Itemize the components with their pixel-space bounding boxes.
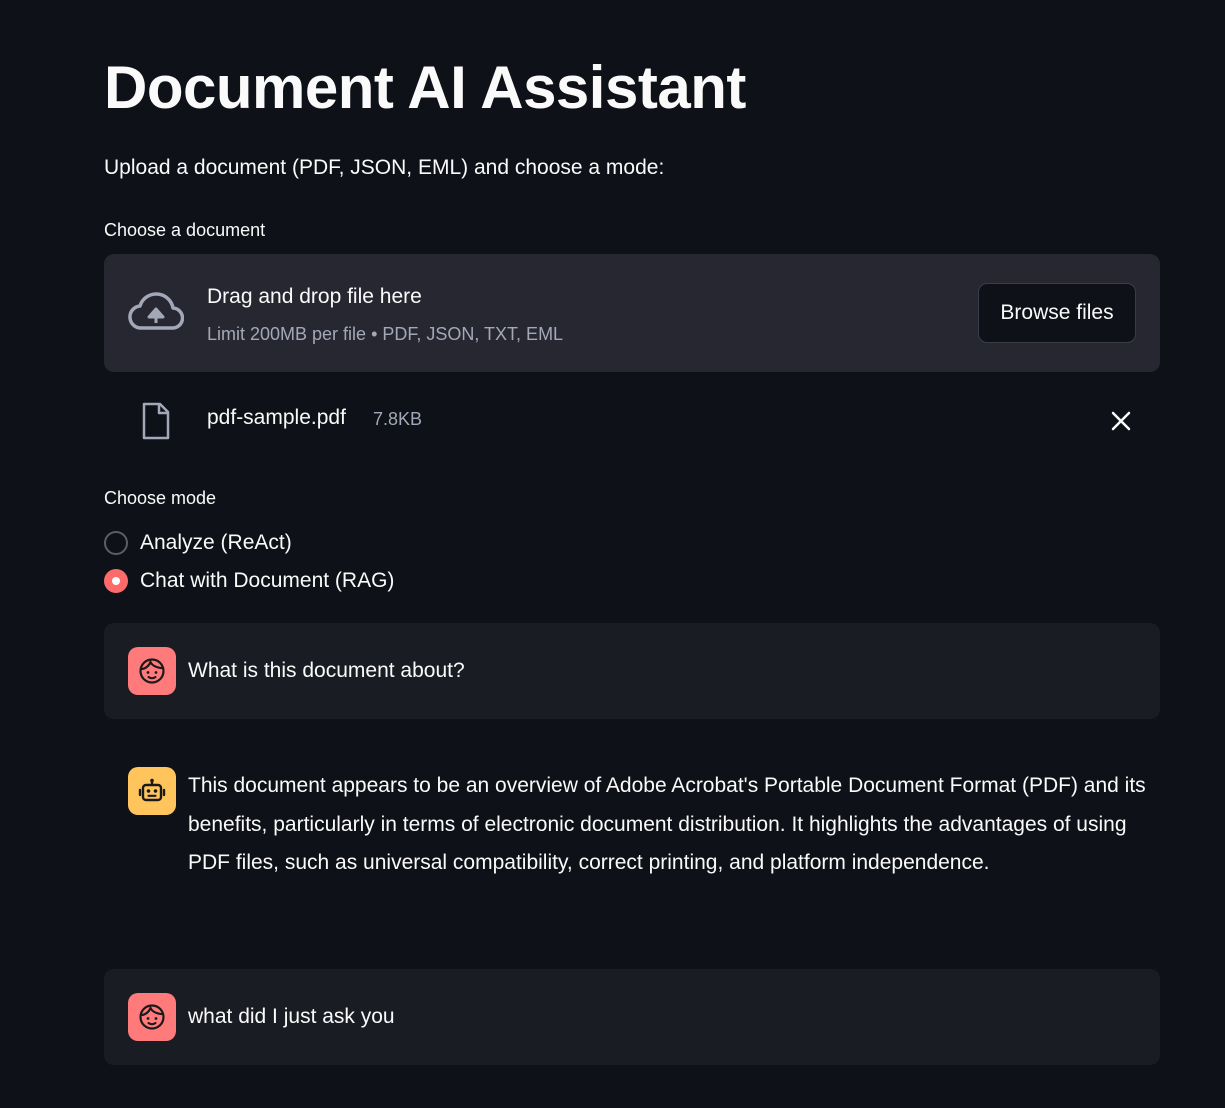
radio-button-selected[interactable] bbox=[104, 569, 128, 593]
dropzone-instructions: Drag and drop file here bbox=[207, 285, 422, 308]
page-subtitle: Upload a document (PDF, JSON, EML) and c… bbox=[104, 156, 665, 179]
chat-message-user: What is this document about? bbox=[104, 623, 1160, 719]
mode-label: Choose mode bbox=[104, 488, 217, 508]
user-avatar bbox=[128, 647, 176, 695]
uploaded-file-row: pdf-sample.pdf 7.8KB bbox=[104, 390, 1160, 450]
chat-message-text: what did I just ask you bbox=[188, 1005, 395, 1028]
uploader-label: Choose a document bbox=[104, 220, 266, 240]
file-dropzone[interactable]: Drag and drop file here Limit 200MB per … bbox=[104, 254, 1160, 372]
radio-button-unselected[interactable] bbox=[104, 531, 128, 555]
mode-option-label: Analyze (ReAct) bbox=[140, 531, 292, 554]
chat-message-assistant: This document appears to be an overview … bbox=[104, 743, 1160, 941]
user-face-icon bbox=[139, 1004, 165, 1030]
uploaded-file-name: pdf-sample.pdf bbox=[207, 406, 346, 429]
mode-option-label: Chat with Document (RAG) bbox=[140, 569, 395, 592]
dropzone-limit-text: Limit 200MB per file • PDF, JSON, TXT, E… bbox=[207, 324, 564, 344]
close-icon[interactable] bbox=[1109, 409, 1133, 433]
assistant-avatar bbox=[128, 767, 176, 815]
mode-option-chat[interactable]: Chat with Document (RAG) bbox=[104, 566, 504, 596]
chat-message-user: what did I just ask you bbox=[104, 969, 1160, 1065]
uploaded-file-size: 7.8KB bbox=[373, 409, 423, 429]
cloud-upload-icon bbox=[128, 292, 184, 330]
user-face-icon bbox=[139, 658, 165, 684]
user-avatar bbox=[128, 993, 176, 1041]
chat-message-text: What is this document about? bbox=[188, 659, 465, 682]
mode-option-analyze[interactable]: Analyze (ReAct) bbox=[104, 528, 504, 558]
page-title: Document AI Assistant bbox=[104, 54, 746, 121]
browse-files-button[interactable]: Browse files bbox=[978, 283, 1136, 343]
chat-message-text: This document appears to be an overview … bbox=[188, 774, 1146, 874]
robot-icon bbox=[138, 778, 166, 802]
file-icon bbox=[142, 402, 170, 440]
